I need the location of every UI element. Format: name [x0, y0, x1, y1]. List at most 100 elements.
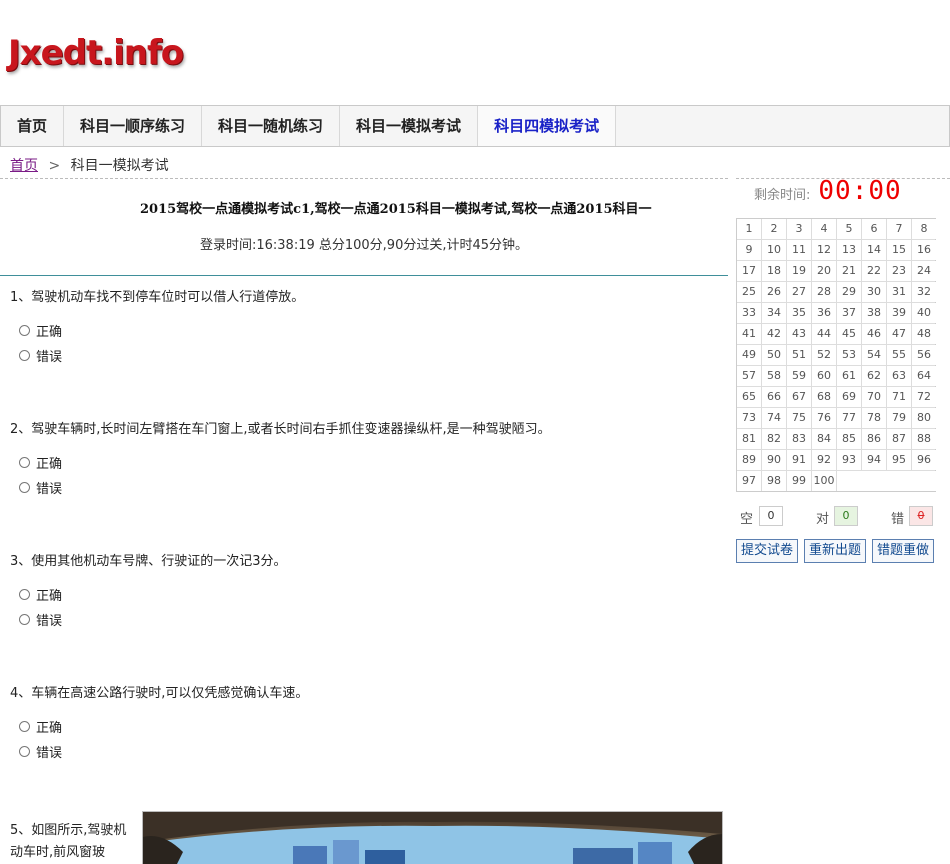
- question-number-cell[interactable]: 100: [812, 471, 836, 491]
- question-number-cell[interactable]: 76: [812, 408, 836, 428]
- question-number-cell[interactable]: 24: [912, 261, 936, 281]
- question-number-cell[interactable]: 72: [912, 387, 936, 407]
- option-label[interactable]: 错误: [36, 742, 62, 761]
- question-number-cell[interactable]: 46: [862, 324, 886, 344]
- question-number-cell[interactable]: 85: [837, 429, 861, 449]
- question-number-cell[interactable]: 81: [737, 429, 761, 449]
- question-number-cell[interactable]: 59: [787, 366, 811, 386]
- question-number-cell[interactable]: 12: [812, 240, 836, 260]
- question-number-cell[interactable]: 25: [737, 282, 761, 302]
- question-number-cell[interactable]: 18: [762, 261, 786, 281]
- question-number-cell[interactable]: 97: [737, 471, 761, 491]
- question-number-cell[interactable]: 92: [812, 450, 836, 470]
- question-number-cell[interactable]: 88: [912, 429, 936, 449]
- question-number-cell[interactable]: 64: [912, 366, 936, 386]
- question-number-cell[interactable]: 73: [737, 408, 761, 428]
- option-row[interactable]: 错误: [10, 478, 710, 497]
- question-number-cell[interactable]: 61: [837, 366, 861, 386]
- option-label[interactable]: 错误: [36, 610, 62, 629]
- question-number-cell[interactable]: 69: [837, 387, 861, 407]
- question-number-cell[interactable]: 15: [887, 240, 911, 260]
- nav-item-subject1-sequential[interactable]: 科目一顺序练习: [64, 106, 203, 146]
- question-number-cell[interactable]: 57: [737, 366, 761, 386]
- question-number-cell[interactable]: 13: [837, 240, 861, 260]
- question-number-cell[interactable]: 27: [787, 282, 811, 302]
- question-number-cell[interactable]: 49: [737, 345, 761, 365]
- radio-button[interactable]: [19, 614, 30, 625]
- submit-exam-button[interactable]: 提交试卷: [736, 539, 799, 563]
- question-number-cell[interactable]: 55: [887, 345, 911, 365]
- question-number-cell[interactable]: 78: [862, 408, 886, 428]
- nav-item-subject1-mock-exam[interactable]: 科目一模拟考试: [340, 106, 479, 146]
- question-number-cell[interactable]: 19: [787, 261, 811, 281]
- question-number-cell[interactable]: 77: [837, 408, 861, 428]
- question-number-cell[interactable]: 87: [887, 429, 911, 449]
- question-number-cell[interactable]: 1: [737, 219, 761, 239]
- question-number-cell[interactable]: 84: [812, 429, 836, 449]
- option-label[interactable]: 错误: [36, 478, 62, 497]
- question-number-cell[interactable]: 38: [862, 303, 886, 323]
- nav-item-subject4-mock-exam[interactable]: 科目四模拟考试: [478, 106, 617, 146]
- question-number-cell[interactable]: 90: [762, 450, 786, 470]
- question-number-cell[interactable]: 91: [787, 450, 811, 470]
- question-number-cell[interactable]: 63: [887, 366, 911, 386]
- question-number-cell[interactable]: 98: [762, 471, 786, 491]
- question-number-cell[interactable]: 86: [862, 429, 886, 449]
- question-number-cell[interactable]: 8: [912, 219, 936, 239]
- question-number-cell[interactable]: 80: [912, 408, 936, 428]
- option-label[interactable]: 正确: [36, 453, 62, 472]
- option-row[interactable]: 错误: [10, 742, 710, 761]
- question-number-cell[interactable]: 26: [762, 282, 786, 302]
- question-number-cell[interactable]: 82: [762, 429, 786, 449]
- question-number-cell[interactable]: 7: [887, 219, 911, 239]
- question-number-cell[interactable]: 95: [887, 450, 911, 470]
- question-number-cell[interactable]: 10: [762, 240, 786, 260]
- question-number-cell[interactable]: 56: [912, 345, 936, 365]
- question-number-cell[interactable]: 20: [812, 261, 836, 281]
- question-number-cell[interactable]: 75: [787, 408, 811, 428]
- question-number-cell[interactable]: 60: [812, 366, 836, 386]
- question-number-cell[interactable]: 28: [812, 282, 836, 302]
- radio-button[interactable]: [19, 589, 30, 600]
- question-number-cell[interactable]: 67: [787, 387, 811, 407]
- question-number-cell[interactable]: 43: [787, 324, 811, 344]
- question-number-cell[interactable]: 14: [862, 240, 886, 260]
- radio-button[interactable]: [19, 457, 30, 468]
- question-number-cell[interactable]: 2: [762, 219, 786, 239]
- question-number-cell[interactable]: 33: [737, 303, 761, 323]
- question-number-cell[interactable]: 32: [912, 282, 936, 302]
- question-number-cell[interactable]: 35: [787, 303, 811, 323]
- option-row[interactable]: 错误: [10, 347, 710, 365]
- question-number-cell[interactable]: 39: [887, 303, 911, 323]
- question-number-cell[interactable]: 37: [837, 303, 861, 323]
- radio-button[interactable]: [19, 482, 30, 493]
- option-label[interactable]: 正确: [36, 585, 62, 604]
- question-number-cell[interactable]: 41: [737, 324, 761, 344]
- question-number-cell[interactable]: 71: [887, 387, 911, 407]
- question-number-cell[interactable]: 50: [762, 345, 786, 365]
- question-number-cell[interactable]: 83: [787, 429, 811, 449]
- question-number-cell[interactable]: 16: [912, 240, 936, 260]
- question-number-cell[interactable]: 22: [862, 261, 886, 281]
- question-number-cell[interactable]: 29: [837, 282, 861, 302]
- site-logo[interactable]: Jxedt.info: [8, 30, 198, 76]
- question-number-cell[interactable]: 31: [887, 282, 911, 302]
- question-number-cell[interactable]: 45: [837, 324, 861, 344]
- question-number-cell[interactable]: 66: [762, 387, 786, 407]
- question-number-cell[interactable]: 79: [887, 408, 911, 428]
- nav-item-subject1-random[interactable]: 科目一随机练习: [202, 106, 341, 146]
- radio-button[interactable]: [19, 325, 30, 336]
- question-number-cell[interactable]: 17: [737, 261, 761, 281]
- question-number-cell[interactable]: 9: [737, 240, 761, 260]
- question-number-cell[interactable]: 65: [737, 387, 761, 407]
- question-number-cell[interactable]: 53: [837, 345, 861, 365]
- nav-item-home[interactable]: 首页: [1, 106, 65, 146]
- question-number-cell[interactable]: 93: [837, 450, 861, 470]
- question-number-cell[interactable]: 30: [862, 282, 886, 302]
- new-exam-button[interactable]: 重新出题: [804, 539, 867, 563]
- question-number-cell[interactable]: 23: [887, 261, 911, 281]
- question-number-cell[interactable]: 54: [862, 345, 886, 365]
- option-row[interactable]: 正确: [10, 585, 710, 604]
- question-number-cell[interactable]: 89: [737, 450, 761, 470]
- question-number-cell[interactable]: 11: [787, 240, 811, 260]
